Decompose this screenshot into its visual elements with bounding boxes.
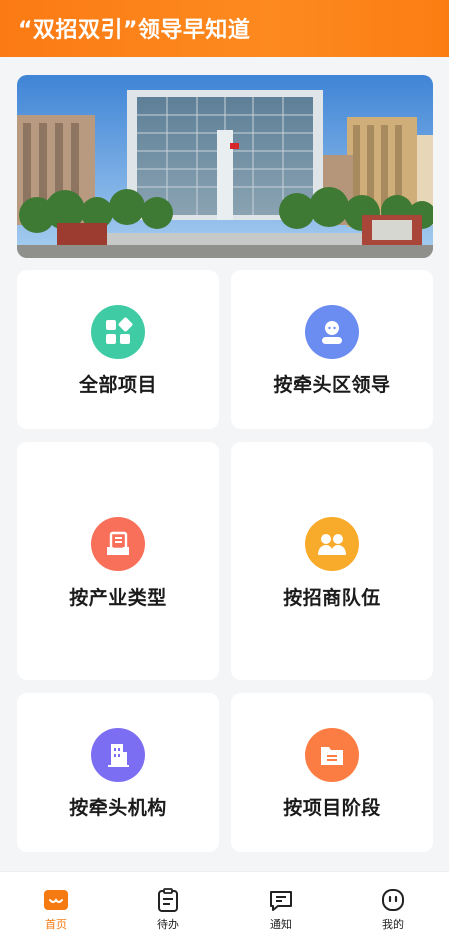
- building-photo: [17, 75, 433, 258]
- user-avatar-icon: [305, 305, 359, 359]
- card-by-investment-team[interactable]: 按招商队伍: [231, 442, 433, 680]
- grid-apps-icon: [91, 305, 145, 359]
- card-all-projects[interactable]: 全部项目: [17, 270, 219, 429]
- profile-face-icon: [380, 887, 406, 913]
- card-by-lead-institution[interactable]: 按牵头机构: [17, 693, 219, 852]
- card-label: 按招商队伍: [283, 587, 381, 609]
- card-label: 按牵头机构: [69, 797, 167, 819]
- app-header: “双招双引”领导早知道: [0, 0, 449, 57]
- document-tray-icon: [91, 517, 145, 571]
- building-icon: [91, 728, 145, 782]
- card-label: 按项目阶段: [283, 797, 381, 819]
- tab-todo[interactable]: 待办: [112, 872, 224, 939]
- message-icon: [268, 887, 294, 913]
- clipboard-icon: [155, 887, 181, 913]
- card-by-project-stage[interactable]: 按项目阶段: [231, 693, 433, 852]
- tab-label: 我的: [382, 918, 404, 931]
- team-people-icon: [305, 517, 359, 571]
- card-label: 按牵头区领导: [273, 374, 391, 396]
- card-by-district-leader[interactable]: 按牵头区领导: [231, 270, 433, 429]
- page-title: “双招双引”领导早知道: [18, 18, 251, 43]
- tab-profile[interactable]: 我的: [337, 872, 449, 939]
- tab-notifications[interactable]: 通知: [225, 872, 337, 939]
- home-icon: [43, 887, 69, 913]
- tab-label: 待办: [157, 918, 179, 931]
- card-label: 全部项目: [78, 374, 157, 396]
- folder-icon: [305, 728, 359, 782]
- tab-label: 通知: [270, 918, 292, 931]
- bottom-tab-bar: 首页 待办 通知 我的: [0, 871, 449, 939]
- tab-home[interactable]: 首页: [0, 872, 112, 939]
- banner-image[interactable]: [17, 75, 433, 258]
- card-by-industry-type[interactable]: 按产业类型: [17, 442, 219, 680]
- tab-label: 首页: [45, 918, 67, 931]
- card-label: 按产业类型: [69, 587, 167, 609]
